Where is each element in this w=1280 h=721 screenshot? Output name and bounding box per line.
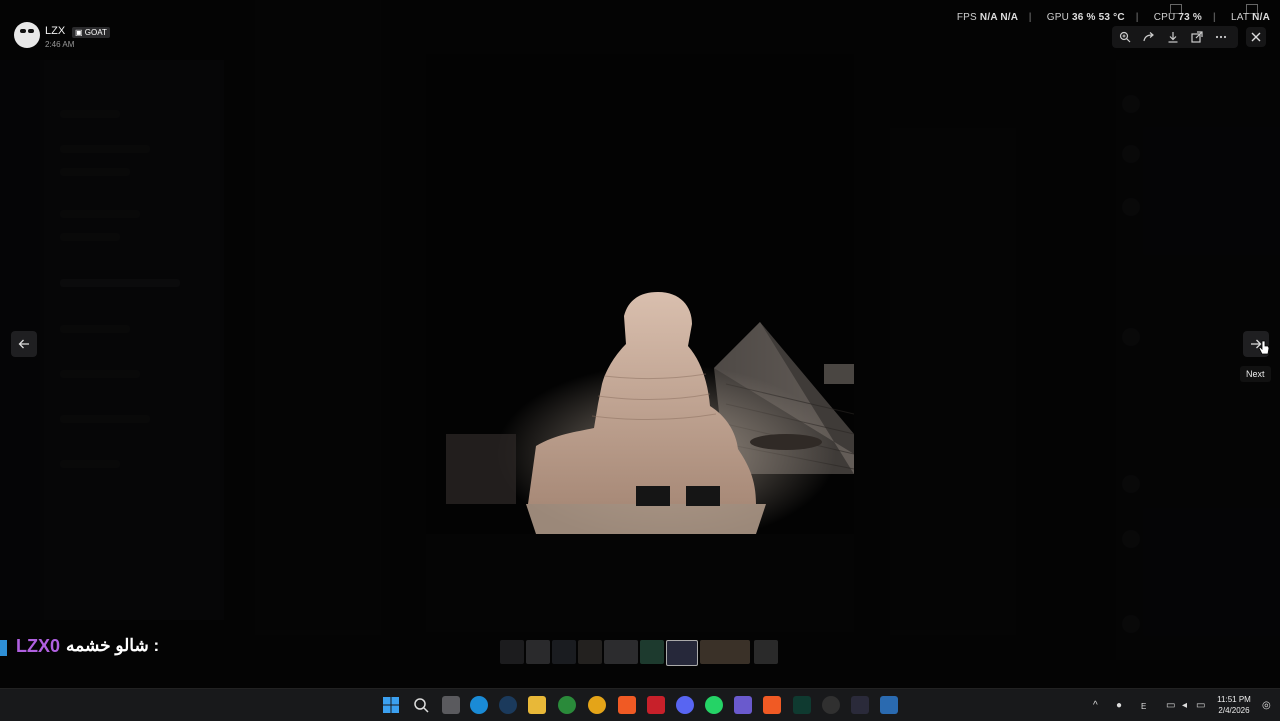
thumbnail[interactable] <box>578 640 602 664</box>
windows-start-icon[interactable] <box>382 696 400 714</box>
notification-icon[interactable]: ◎ <box>1262 700 1271 711</box>
xbox-icon[interactable] <box>558 696 576 714</box>
hud-divider: | <box>1213 12 1216 23</box>
microphone-icon[interactable]: ● <box>1116 700 1122 711</box>
thumbnail[interactable] <box>552 640 576 664</box>
download-icon[interactable] <box>1165 29 1181 45</box>
forward-icon[interactable] <box>1141 29 1157 45</box>
author-badge: ▣ GOAT <box>72 27 110 38</box>
more-icon[interactable] <box>1213 29 1229 45</box>
cpu-label: CPU <box>1153 12 1176 23</box>
performance-hud: FPS N/A N/A | GPU 36 % 53 °C | CPU 73 % … <box>945 12 1270 23</box>
fps-label: FPS <box>956 12 977 23</box>
thumbnail[interactable] <box>500 640 524 664</box>
thumbnail[interactable] <box>700 640 750 664</box>
next-tooltip: Next <box>1240 366 1271 382</box>
discord-icon[interactable] <box>676 696 694 714</box>
close-icon <box>1251 32 1261 42</box>
system-clock[interactable]: 11:51 PM 2/4/2026 <box>1212 694 1256 716</box>
lat-label: LAT <box>1230 12 1250 23</box>
chevron-up-icon[interactable]: ^ <box>1093 700 1098 711</box>
previous-image-button[interactable] <box>11 331 37 357</box>
cpu-usage: 73 % <box>1178 12 1203 23</box>
brave-icon[interactable] <box>618 696 636 714</box>
language-indicator[interactable]: E <box>1141 702 1146 711</box>
overlay-chat-separator: : <box>153 636 160 655</box>
image-toolbar <box>1112 26 1238 48</box>
clock-date: 2/4/2026 <box>1218 706 1250 715</box>
open-external-icon[interactable] <box>1189 29 1205 45</box>
overlay-chat-text: شالو خشمه <box>66 636 149 655</box>
network-icon[interactable]: ▭ <box>1166 700 1175 711</box>
hand-cursor-icon <box>1258 340 1270 355</box>
hud-divider: | <box>1028 12 1032 23</box>
taskbar: ^ ● E ▭ ◂ ▭ 11:51 PM 2/4/2026 ◎ <box>0 688 1280 721</box>
steam-icon[interactable] <box>499 696 517 714</box>
app-icon[interactable] <box>647 696 665 714</box>
thumbnail[interactable] <box>754 640 778 664</box>
file-explorer-icon[interactable] <box>528 696 546 714</box>
clock-time: 11:51 PM <box>1217 695 1251 704</box>
overlay-chat-name: LZX0 <box>16 636 61 656</box>
obs-icon[interactable] <box>822 696 840 714</box>
thumbnail[interactable] <box>526 640 550 664</box>
terminal-icon[interactable] <box>793 696 811 714</box>
search-icon[interactable] <box>412 696 430 714</box>
overlay-chat-message: : شالو خشمه <box>66 636 159 656</box>
chrome-icon[interactable] <box>588 696 606 714</box>
gpu-label: GPU <box>1046 12 1070 23</box>
author-name[interactable]: LZX <box>45 25 65 37</box>
author-avatar[interactable] <box>14 22 40 48</box>
thumbnail[interactable] <box>640 640 664 664</box>
volume-icon[interactable]: ◂ <box>1182 700 1187 711</box>
task-view-icon[interactable] <box>442 696 460 714</box>
fps-value: N/A <box>979 12 998 23</box>
security-icon[interactable] <box>880 696 898 714</box>
thumbnail-selected[interactable] <box>666 640 698 666</box>
post-timestamp: 2:46 AM <box>45 40 75 49</box>
author-badge-label: GOAT <box>84 28 107 37</box>
overlay-bar <box>0 640 7 656</box>
whatsapp-icon[interactable] <box>705 696 723 714</box>
app-grid-icon[interactable] <box>734 696 752 714</box>
battery-icon[interactable]: ▭ <box>1196 700 1205 711</box>
hud-divider: | <box>1135 12 1139 23</box>
gpu-usage: 36 % <box>1072 12 1096 23</box>
brave-icon[interactable] <box>763 696 781 714</box>
app-icon[interactable] <box>851 696 869 714</box>
edge-icon[interactable] <box>470 696 488 714</box>
thumbnail[interactable] <box>604 640 638 664</box>
close-viewer-button[interactable] <box>1246 27 1266 47</box>
fps-value-2: N/A <box>1000 12 1018 23</box>
gpu-temp: 53 °C <box>1098 12 1125 23</box>
zoom-in-icon[interactable] <box>1117 29 1133 45</box>
lat-value: N/A <box>1252 12 1270 23</box>
sphinx-photo <box>426 54 854 632</box>
arrow-left-icon <box>18 339 29 349</box>
